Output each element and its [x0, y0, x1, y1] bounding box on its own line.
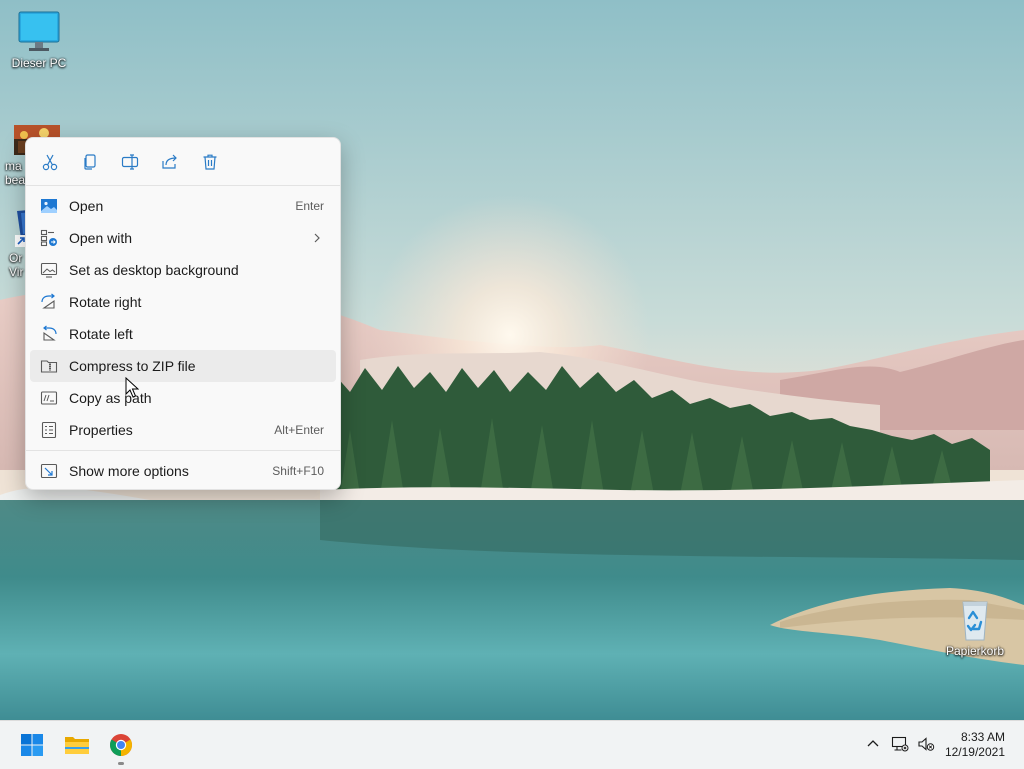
menu-item-label: Copy as path — [69, 390, 152, 406]
monitor-icon — [15, 10, 63, 54]
volume-muted-icon — [918, 737, 935, 751]
copy-icon — [84, 153, 96, 170]
share-icon — [162, 154, 177, 169]
clock[interactable]: 8:33 AM 12/19/2021 — [945, 730, 1005, 760]
wallpaper-icon — [40, 261, 58, 279]
copy-path-icon — [40, 389, 58, 407]
scissors-icon — [42, 154, 58, 170]
open-with-icon — [40, 229, 58, 247]
share-button[interactable] — [150, 144, 190, 180]
menu-item-open[interactable]: Open Enter — [30, 190, 336, 222]
network-icon — [891, 736, 909, 752]
delete-button[interactable] — [190, 144, 230, 180]
menu-item-rotate-left[interactable]: Rotate left — [30, 318, 336, 350]
menu-item-label: Rotate right — [69, 294, 142, 310]
show-hidden-icons-button[interactable] — [861, 729, 885, 759]
file-explorer-button[interactable] — [57, 725, 97, 765]
chevron-up-icon — [867, 740, 879, 747]
more-options-icon — [40, 462, 58, 480]
taskbar: 8:33 AM 12/19/2021 — [0, 720, 1024, 769]
menu-item-set-desktop-background[interactable]: Set as desktop background — [30, 254, 336, 286]
menu-item-label: Compress to ZIP file — [69, 358, 196, 374]
menu-item-label: Properties — [69, 422, 133, 438]
properties-icon — [40, 421, 58, 439]
menu-item-compress-zip[interactable]: Compress to ZIP file — [30, 350, 336, 382]
shortcut-label: Alt+Enter — [274, 423, 324, 437]
menu-item-label: Open — [69, 198, 104, 214]
windows-start-icon — [21, 734, 43, 756]
copy-button[interactable] — [70, 144, 110, 180]
menu-item-open-with[interactable]: Open with — [30, 222, 336, 254]
running-indicator — [118, 762, 124, 765]
chrome-icon — [110, 734, 132, 756]
context-menu-toolbar — [26, 138, 340, 185]
trash-icon — [203, 154, 217, 170]
chrome-button[interactable] — [101, 725, 141, 765]
cut-button[interactable] — [30, 144, 70, 180]
desktop-icon-recycle-bin[interactable]: Papierkorb — [937, 598, 1013, 658]
clock-date: 12/19/2021 — [944, 745, 1005, 759]
rename-button[interactable] — [110, 144, 150, 180]
network-button[interactable] — [888, 729, 912, 759]
recycle-bin-icon — [951, 598, 999, 642]
menu-item-label: Show more options — [69, 463, 189, 479]
rotate-left-icon — [40, 325, 58, 343]
desktop-icon-label: Dieser PC — [11, 56, 67, 70]
menu-item-label: Set as desktop background — [69, 262, 239, 278]
menu-item-label: Rotate left — [69, 326, 133, 342]
context-menu: Open Enter Open with Set as desktop back… — [25, 137, 341, 490]
menu-item-show-more-options[interactable]: Show more options Shift+F10 — [30, 455, 336, 487]
image-icon — [40, 197, 58, 215]
rename-icon — [121, 153, 139, 170]
shortcut-label: Shift+F10 — [272, 464, 324, 478]
menu-item-properties[interactable]: Properties Alt+Enter — [30, 414, 336, 446]
shortcut-label: Enter — [295, 199, 324, 213]
start-button[interactable] — [12, 725, 52, 765]
volume-button[interactable] — [914, 729, 938, 759]
chevron-right-icon — [314, 233, 320, 243]
folder-icon — [65, 737, 89, 754]
menu-item-copy-as-path[interactable]: Copy as path — [30, 382, 336, 414]
desktop-icon-label: Papierkorb — [945, 644, 1005, 658]
menu-item-rotate-right[interactable]: Rotate right — [30, 286, 336, 318]
menu-item-label: Open with — [69, 230, 133, 246]
zip-icon — [40, 357, 58, 375]
desktop-icon-this-pc[interactable]: Dieser PC — [1, 10, 77, 70]
clock-time: 8:33 AM — [960, 730, 1005, 744]
mouse-cursor-icon — [125, 377, 139, 398]
rotate-right-icon — [40, 293, 58, 311]
